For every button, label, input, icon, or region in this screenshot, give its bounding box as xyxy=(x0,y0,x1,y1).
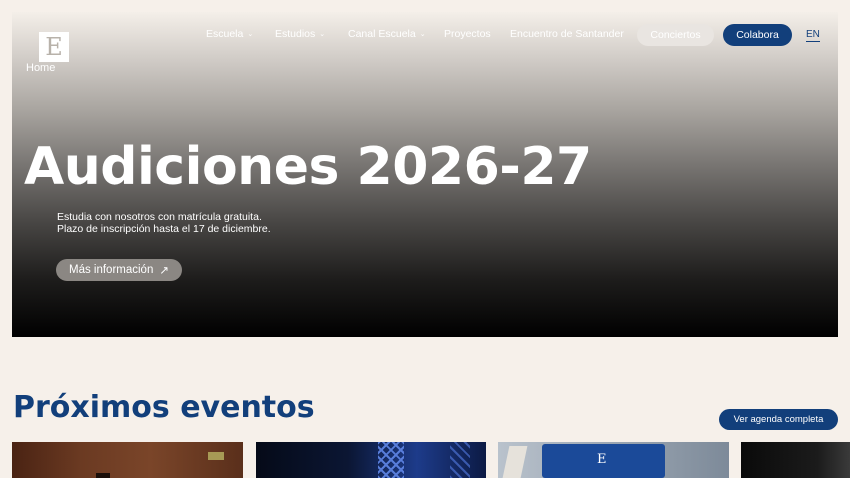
stage-truss xyxy=(450,442,470,478)
nav-item-label: Encuentro de Santander xyxy=(510,28,624,40)
event-card-image[interactable] xyxy=(12,442,243,478)
event-card-image[interactable] xyxy=(741,442,850,478)
nav-item-label: Escuela xyxy=(206,28,244,40)
projection-screen: E xyxy=(542,444,665,478)
button-label: Más información xyxy=(68,264,154,276)
nav-item-label: Proyectos xyxy=(444,28,491,40)
event-card-image[interactable] xyxy=(256,442,486,478)
nav-item-canal-escuela[interactable]: Canal Escuela ⌄ xyxy=(348,28,426,40)
nav-item-label: Estudios xyxy=(275,28,316,40)
colabora-button[interactable]: Colabora xyxy=(723,24,792,46)
event-card-image[interactable]: E xyxy=(498,442,729,478)
hero-subtitle: Estudia con nosotros con matrícula gratu… xyxy=(57,211,271,235)
nav-item-label: Canal Escuela xyxy=(348,28,416,40)
stage-truss xyxy=(378,442,404,478)
hero-title: Audiciones 2026-27 xyxy=(24,137,592,197)
language-switch-link[interactable]: EN xyxy=(806,29,820,42)
nav-item-estudios[interactable]: Estudios ⌄ xyxy=(275,28,325,40)
wall-plaque xyxy=(208,452,224,460)
music-stand xyxy=(96,473,110,478)
breadcrumb-home[interactable]: Home xyxy=(26,62,55,74)
arrow-up-right-icon: ↗ xyxy=(159,265,169,277)
wall-panel xyxy=(502,446,528,478)
nav-item-escuela[interactable]: Escuela ⌄ xyxy=(206,28,253,40)
mas-informacion-button[interactable]: Más información ↗ xyxy=(56,259,182,281)
ver-agenda-completa-button[interactable]: Ver agenda completa xyxy=(719,409,838,430)
chevron-down-icon: ⌄ xyxy=(247,31,254,38)
nav-item-proyectos[interactable]: Proyectos xyxy=(444,28,491,40)
conciertos-button[interactable]: Conciertos xyxy=(637,24,714,46)
main-navigation: Escuela ⌄ Estudios ⌄ Canal Escuela ⌄ Pro… xyxy=(0,24,850,48)
chevron-down-icon: ⌄ xyxy=(419,31,426,38)
chevron-down-icon: ⌄ xyxy=(319,31,326,38)
events-section-title: Próximos eventos xyxy=(13,390,315,425)
screen-logo-letter: E xyxy=(597,452,607,467)
nav-item-encuentro-de-santander[interactable]: Encuentro de Santander xyxy=(510,28,624,40)
